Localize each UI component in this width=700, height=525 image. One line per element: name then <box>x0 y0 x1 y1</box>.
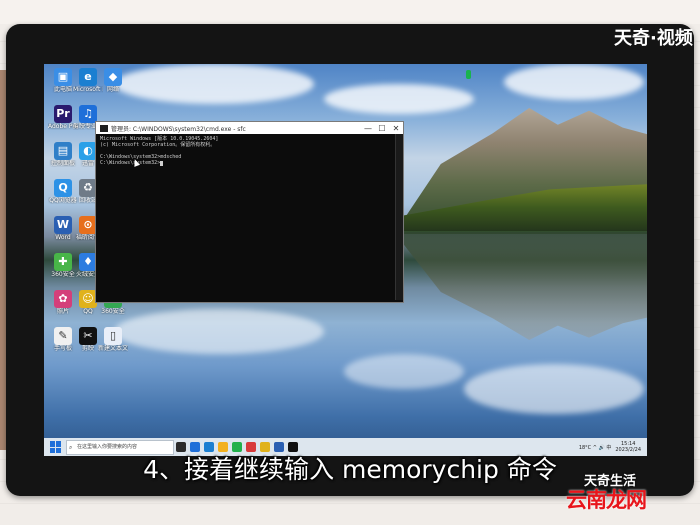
text-cursor <box>160 161 164 166</box>
app-icon: ▤ <box>54 142 72 160</box>
desktop-icon[interactable]: ▯新建文本文档 <box>98 327 128 352</box>
notebook-tab <box>0 0 700 24</box>
desktop-icon[interactable]: ◆ 网络 <box>98 68 128 93</box>
app-icon: W <box>54 216 72 234</box>
cloud-reflection <box>464 364 644 414</box>
app-icon: ✎ <box>54 327 72 345</box>
cmd-icon <box>100 124 108 132</box>
desktop-icon-label: 新建文本文档 <box>98 345 128 352</box>
cmd-title: 管理员: C:\WINDOWS\system32\cmd.exe - sfc <box>111 125 246 133</box>
mountain-reflection <box>394 232 647 340</box>
app-icon: ▯ <box>104 327 122 345</box>
cmd-prompt-line: C:\Windows\system32> <box>100 160 399 166</box>
app-icon: ▣ <box>54 68 72 86</box>
cmd-scrollbar[interactable] <box>395 134 403 300</box>
app-icon: ✿ <box>54 290 72 308</box>
cmd-titlebar[interactable]: 管理员: C:\WINDOWS\system32\cmd.exe - sfc —… <box>96 122 403 134</box>
minimize-button[interactable]: — <box>361 124 375 133</box>
app-icon: Pr <box>54 105 72 123</box>
desktop-screen: ▣此电脑eMicrosoft Edge◆网络PrAdobe Premiere♫剪… <box>44 64 647 456</box>
cloud-reflection <box>344 354 464 389</box>
cmd-window[interactable]: 管理员: C:\WINDOWS\system32\cmd.exe - sfc —… <box>95 121 404 303</box>
desktop-icon-label: 360安全 <box>101 308 125 315</box>
site-logo: 云南龙网 <box>566 487 647 512</box>
cloud <box>324 84 474 114</box>
app-icon: e <box>79 68 97 86</box>
maximize-button[interactable]: ☐ <box>375 124 389 133</box>
app-icon: ✚ <box>54 253 72 271</box>
app-icon: ✂ <box>79 327 97 345</box>
cloud <box>504 64 644 100</box>
cmd-prompt: C:\Windows\system32> <box>100 160 161 166</box>
cloud-reflection <box>114 309 324 354</box>
cloud <box>114 64 314 104</box>
app-icon: ◆ <box>104 68 122 86</box>
green-pin-icon <box>466 70 471 79</box>
app-icon: Q <box>54 179 72 197</box>
search-placeholder: 在这里输入你要搜索的内容 <box>77 443 138 450</box>
cmd-output[interactable]: Microsoft Windows [版本 10.0.19045.2604] (… <box>96 134 403 168</box>
close-button[interactable]: ✕ <box>389 124 403 133</box>
video-watermark: 天奇·视频 <box>614 28 693 48</box>
desktop-icon-label: 网络 <box>106 86 119 93</box>
